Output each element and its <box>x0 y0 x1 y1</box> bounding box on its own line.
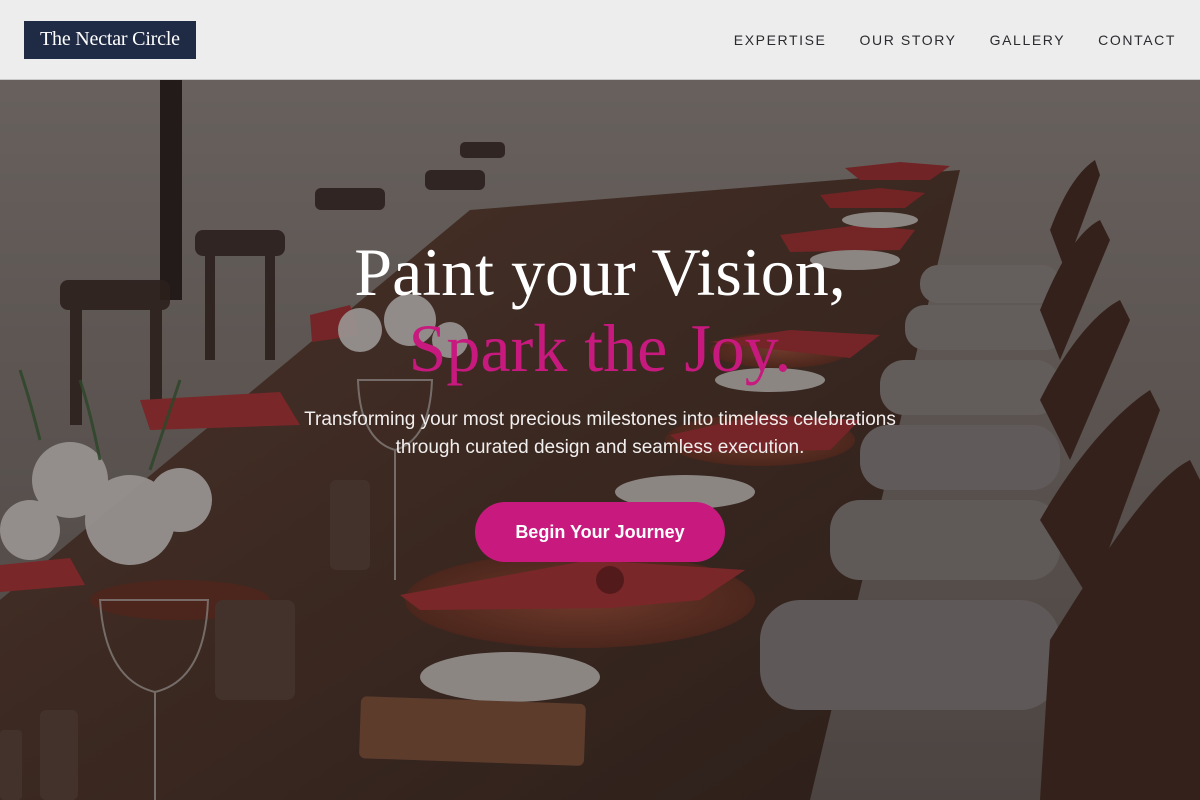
hero-headline: Paint your Vision, <box>354 234 846 310</box>
hero-headline-accent: Spark the Joy. <box>408 310 792 386</box>
nav-link-expertise[interactable]: EXPERTISE <box>734 32 827 48</box>
site-header: The Nectar Circle EXPERTISE OUR STORY GA… <box>0 0 1200 80</box>
hero-subtext: Transforming your most precious mileston… <box>250 406 950 462</box>
nav-link-our-story[interactable]: OUR STORY <box>860 32 957 48</box>
site-logo[interactable]: The Nectar Circle <box>24 20 196 59</box>
hero-subtext-line-1: Transforming your most precious mileston… <box>304 409 896 430</box>
nav-link-gallery[interactable]: GALLERY <box>990 32 1066 48</box>
landing-page: The Nectar Circle EXPERTISE OUR STORY GA… <box>0 0 1200 800</box>
hero-subtext-line-2: through curated design and seamless exec… <box>395 437 805 458</box>
nav-link-contact[interactable]: CONTACT <box>1098 32 1176 48</box>
begin-journey-button[interactable]: Begin Your Journey <box>475 502 725 562</box>
main-nav: EXPERTISE OUR STORY GALLERY CONTACT <box>734 32 1176 48</box>
hero-section: Paint your Vision, Spark the Joy. Transf… <box>0 80 1200 800</box>
